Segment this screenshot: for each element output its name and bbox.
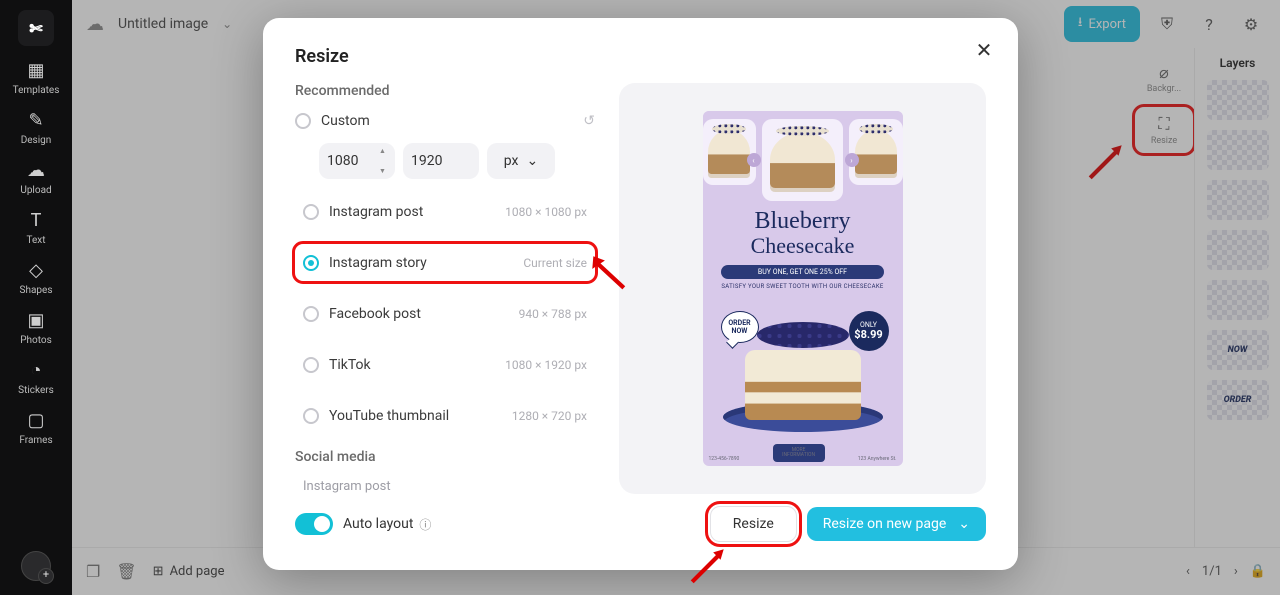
resize-modal: Resize ✕ Recommended Custom ↺ 1080▲▼ 192… [263, 18, 1018, 570]
info-icon[interactable]: ⓘ [419, 516, 431, 533]
option-tiktok[interactable]: TikTok 1080 × 1920 px [295, 347, 595, 384]
annotation-arrow [1086, 140, 1128, 182]
modal-title: Resize [295, 46, 986, 67]
layer-thumb[interactable]: ORDER [1207, 380, 1269, 420]
poster-thumb [703, 119, 756, 185]
frames-icon: ▢ [27, 410, 44, 431]
close-icon[interactable]: ✕ [970, 36, 998, 64]
chevron-down-icon: ⌄ [526, 153, 538, 169]
document-title[interactable]: Untitled image [118, 16, 208, 32]
social-heading: Social media [295, 449, 595, 465]
sidebar-item-templates[interactable]: ▦Templates [0, 60, 72, 96]
resize-new-page-button[interactable]: Resize on new page⌄ [807, 507, 986, 541]
layer-thumb[interactable] [1207, 230, 1269, 270]
poster-preview: ‹ › Blueberry Cheesecake BUY ONE, GET ON… [703, 111, 903, 466]
auto-layout-label: Auto layout ⓘ [343, 516, 431, 533]
reset-icon[interactable]: ↺ [583, 113, 595, 129]
page-indicator: 1/1 [1202, 564, 1222, 579]
settings-icon[interactable]: ⚙ [1236, 9, 1266, 39]
design-icon: ✎ [28, 110, 43, 131]
radio-icon [303, 408, 319, 424]
right-tools: ⌀Backgr... ⛶Resize [1136, 56, 1192, 152]
stickers-icon: ◔ [31, 360, 42, 381]
background-tool[interactable]: ⌀Backgr... [1136, 56, 1192, 100]
option-instagram-post[interactable]: Instagram post 1080 × 1080 px [295, 193, 595, 230]
radio-icon [303, 204, 319, 220]
poster-thumb [849, 119, 902, 185]
templates-icon: ▦ [27, 60, 44, 81]
chevron-down-icon: ⌄ [958, 516, 970, 532]
more-info-button: MOREINFORMATION [773, 444, 825, 462]
height-input[interactable]: 1920 [403, 143, 479, 179]
layers-title: Layers [1220, 56, 1256, 70]
app-logo[interactable]: ✄ [18, 10, 54, 46]
resize-button[interactable]: Resize [710, 506, 797, 542]
poster-foot-right: 123 Anywhere St. [858, 456, 897, 462]
cloud-save-icon[interactable]: ☁ [86, 14, 104, 35]
social-item[interactable]: Instagram post [295, 479, 595, 494]
poster-sub: SATISFY YOUR SWEET TOOTH WITH OUR CHEESE… [721, 283, 883, 290]
add-page-icon: ⊞ [153, 564, 164, 579]
text-icon: T [31, 210, 42, 231]
carousel-right-icon: › [845, 153, 859, 167]
unit-select[interactable]: px⌄ [487, 143, 555, 179]
preview-pane: ‹ › Blueberry Cheesecake BUY ONE, GET ON… [619, 83, 986, 494]
poster-thumb [762, 119, 844, 201]
download-icon: ⭳ [1078, 13, 1083, 35]
size-options-pane: Recommended Custom ↺ 1080▲▼ 1920 px⌄ Ins… [295, 83, 595, 494]
radio-icon [303, 306, 319, 322]
sidebar-item-upload[interactable]: ☁Upload [0, 160, 72, 196]
page-next-icon[interactable]: › [1234, 564, 1238, 579]
radio-icon [303, 357, 319, 373]
add-page-button[interactable]: ⊞Add page [153, 564, 225, 579]
sidebar-item-design[interactable]: ✎Design [0, 110, 72, 146]
poster-title-1: Blueberry [721, 211, 883, 233]
sidebar-item-frames[interactable]: ▢Frames [0, 410, 72, 446]
photos-icon: ▣ [27, 310, 44, 331]
layer-thumb[interactable] [1207, 80, 1269, 120]
background-icon: ⌀ [1159, 63, 1169, 82]
poster-hero-cake [723, 312, 883, 432]
option-instagram-story[interactable]: Instagram story Current size [295, 244, 595, 281]
stepper-icon[interactable]: ▲▼ [379, 147, 389, 175]
sidebar-item-shapes[interactable]: ◇Shapes [0, 260, 72, 296]
layer-thumb[interactable] [1207, 130, 1269, 170]
recommended-heading: Recommended [295, 83, 595, 99]
carousel-left-icon: ‹ [747, 153, 761, 167]
auto-layout-toggle[interactable] [295, 513, 333, 535]
poster-title-2: Cheesecake [721, 233, 883, 259]
shapes-icon: ◇ [29, 260, 43, 281]
upload-icon: ☁ [27, 160, 45, 181]
radio-icon [303, 255, 319, 271]
sidebar-item-text[interactable]: TText [0, 210, 72, 246]
account-avatar[interactable] [21, 551, 51, 581]
sidebar-item-stickers[interactable]: ◔Stickers [0, 360, 72, 396]
poster-foot-left: 123-456-7890 [709, 456, 740, 462]
sidebar-item-photos[interactable]: ▣Photos [0, 310, 72, 346]
resize-tool[interactable]: ⛶Resize [1136, 108, 1192, 152]
radio-icon [295, 113, 311, 129]
left-sidebar: ✄ ▦Templates ✎Design ☁Upload TText ◇Shap… [0, 0, 72, 595]
trash-icon[interactable]: 🗑 [116, 562, 136, 581]
duplicate-icon[interactable]: ❐ [86, 562, 100, 581]
width-input[interactable]: 1080▲▼ [319, 143, 395, 179]
layer-thumb[interactable] [1207, 180, 1269, 220]
export-button[interactable]: ⭳Export [1064, 6, 1140, 42]
page-prev-icon[interactable]: ‹ [1186, 564, 1190, 579]
option-custom[interactable]: Custom [295, 113, 370, 129]
shield-icon[interactable]: ⛨ [1152, 9, 1182, 39]
layers-panel: Layers NOW ORDER [1194, 48, 1280, 547]
lock-icon[interactable]: 🔒 [1250, 564, 1266, 579]
poster-pill: BUY ONE, GET ONE 25% OFF [721, 265, 883, 279]
title-dropdown-icon[interactable]: ⌄ [222, 17, 232, 31]
layer-thumb[interactable] [1207, 280, 1269, 320]
layer-thumb[interactable]: NOW [1207, 330, 1269, 370]
option-facebook-post[interactable]: Facebook post 940 × 788 px [295, 295, 595, 332]
resize-icon: ⛶ [1158, 114, 1169, 134]
help-icon[interactable]: ? [1194, 9, 1224, 39]
option-youtube-thumb[interactable]: YouTube thumbnail 1280 × 720 px [295, 398, 595, 435]
